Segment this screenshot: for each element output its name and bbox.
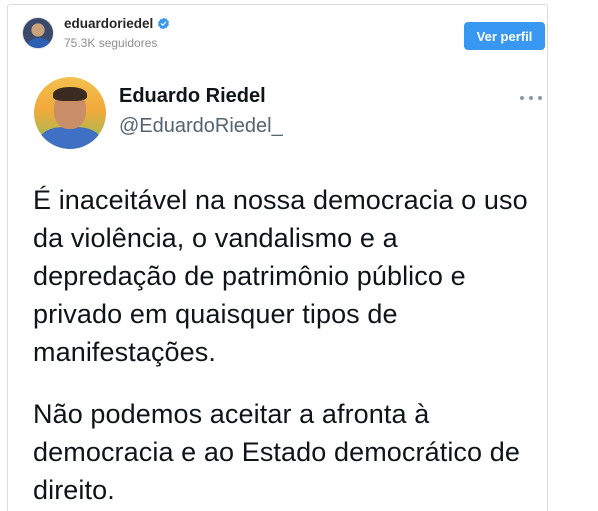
username-link[interactable]: eduardoriedel bbox=[64, 16, 170, 31]
instagram-embed: eduardoriedel 75.3K seguidores Ver perfi… bbox=[7, 4, 548, 511]
tweet-author-handle: @EduardoRiedel_ bbox=[119, 115, 283, 137]
followers-count: 75.3K seguidores bbox=[64, 36, 158, 50]
embed-header: eduardoriedel 75.3K seguidores Ver perfi… bbox=[8, 5, 547, 59]
tweet-paragraph-1: É inaceitável na nossa democracia o uso … bbox=[33, 185, 528, 367]
profile-avatar[interactable] bbox=[22, 17, 54, 49]
tweet-avatar bbox=[34, 77, 106, 149]
username-text: eduardoriedel bbox=[64, 16, 154, 31]
more-options-icon bbox=[520, 95, 542, 101]
tweet-author-name: Eduardo Riedel bbox=[119, 85, 266, 107]
verified-badge-icon bbox=[158, 17, 170, 30]
post-image-tweet[interactable]: Eduardo Riedel @EduardoRiedel_ É inaceit… bbox=[8, 59, 547, 511]
tweet-paragraph-2: Não podemos aceitar a afronta à democrac… bbox=[33, 399, 520, 505]
view-profile-button[interactable]: Ver perfil bbox=[464, 22, 545, 50]
